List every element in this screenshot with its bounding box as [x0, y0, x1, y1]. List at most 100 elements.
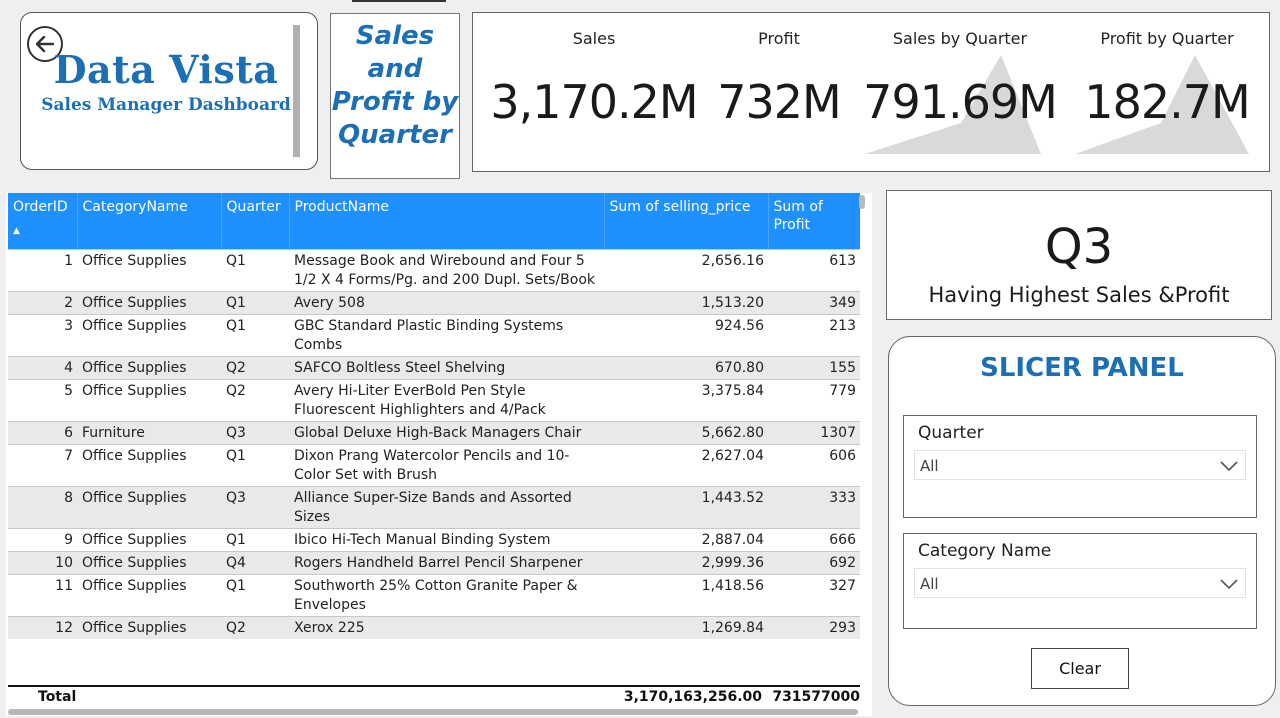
quarter-cell: Q3 — [221, 485, 289, 528]
table-row[interactable]: 12 Office Supplies Q2 Xerox 225 1,269.84 293 — [8, 615, 860, 639]
table-row[interactable]: 8 Office Supplies Q3 Alliance Super-Size Ba… — [8, 485, 860, 528]
product-cell: SAFCO Boltless Steel Shelving — [289, 355, 604, 379]
slicer-panel: SLICER PANEL Quarter All Category Name A… — [888, 336, 1276, 706]
profit-cell: 327 — [768, 573, 860, 616]
category-cell: Office Supplies — [77, 378, 221, 421]
category-cell: Office Supplies — [77, 443, 221, 486]
report-title-line: Sales — [355, 21, 435, 51]
product-cell: Xerox 225 — [289, 615, 604, 639]
table-row[interactable]: 5 Office Supplies Q2 Avery Hi-Liter EverBol… — [8, 378, 860, 421]
scrollbar[interactable] — [293, 25, 300, 157]
column-header-selling-price[interactable]: Sum of selling_price — [604, 193, 769, 249]
product-cell: Rogers Handheld Barrel Pencil Sharpener — [289, 550, 604, 574]
order-id-cell: 1 — [8, 248, 77, 291]
chevron-down-icon — [1220, 579, 1238, 590]
product-cell: Southworth 25% Cotton Granite Paper & En… — [289, 573, 604, 616]
quarter-cell: Q2 — [221, 355, 289, 379]
kpi-value: 791.69M — [863, 75, 1058, 129]
table-row[interactable]: 6 Furniture Q3 Global Deluxe High-Back Mana… — [8, 420, 860, 444]
kpi-profit-by-quarter: Profit by Quarter 182.7M — [1069, 13, 1265, 171]
selling-price-cell: 1,418.56 — [604, 573, 768, 616]
profit-cell: 606 — [768, 443, 860, 486]
table-row[interactable]: 2 Office Supplies Q1 Avery 508 1,513.20 349 — [8, 290, 860, 314]
vertical-scrollbar[interactable] — [859, 195, 865, 209]
orders-table-card: OrderID ▲ CategoryName Quarter ProductNam… — [6, 193, 872, 716]
horizontal-scrollbar[interactable] — [8, 709, 858, 715]
quarter-cell: Q1 — [221, 290, 289, 314]
kpi-label: Profit — [758, 29, 800, 48]
kpi-value: 182.7M — [1084, 75, 1250, 129]
selling-price-cell: 3,375.84 — [604, 378, 768, 421]
quarter-cell: Q2 — [221, 615, 289, 639]
slicer-quarter: Quarter All — [903, 415, 1257, 518]
category-dropdown[interactable]: All — [914, 568, 1246, 598]
order-id-cell: 5 — [8, 378, 77, 421]
kpi-value: 732M — [717, 75, 842, 129]
order-id-cell: 6 — [8, 420, 77, 444]
profit-cell: 349 — [768, 290, 860, 314]
profit-cell: 692 — [768, 550, 860, 574]
table-row[interactable]: 7 Office Supplies Q1 Dixon Prang Watercolor… — [8, 443, 860, 486]
category-cell: Office Supplies — [77, 485, 221, 528]
table-row[interactable]: 4 Office Supplies Q2 SAFCO Boltless Steel S… — [8, 355, 860, 379]
table-row[interactable]: 1 Office Supplies Q1 Message Book and Wireb… — [8, 248, 860, 291]
order-id-cell: 4 — [8, 355, 77, 379]
table-row[interactable]: 11 Office Supplies Q1 Southworth 25% Cotton… — [8, 573, 860, 616]
column-header-product[interactable]: ProductName — [289, 193, 605, 249]
orders-table: OrderID ▲ CategoryName Quarter ProductNam… — [8, 193, 860, 685]
category-cell: Office Supplies — [77, 248, 221, 291]
product-cell: Ibico Hi-Tech Manual Binding System — [289, 527, 604, 551]
column-header-quarter[interactable]: Quarter — [221, 193, 290, 249]
product-cell: Alliance Super-Size Bands and Assorted S… — [289, 485, 604, 528]
quarter-cell: Q2 — [221, 378, 289, 421]
report-title-line: Quarter — [338, 120, 452, 150]
order-id-cell: 10 — [8, 550, 77, 574]
dropdown-value: All — [920, 575, 939, 593]
table-row[interactable]: 9 Office Supplies Q1 Ibico Hi-Tech Manual B… — [8, 527, 860, 551]
order-id-cell: 9 — [8, 527, 77, 551]
kpi-label: Sales by Quarter — [892, 29, 1028, 48]
logo-card: Data Vista Sales Manager Dashboard — [20, 12, 318, 170]
product-cell: Message Book and Wirebound and Four 5 1/… — [289, 248, 604, 291]
selling-price-cell: 670.80 — [604, 355, 768, 379]
profit-cell: 333 — [768, 485, 860, 528]
order-id-cell: 7 — [8, 443, 77, 486]
profit-cell: 1307 — [768, 420, 860, 444]
selling-price-cell: 2,656.16 — [604, 248, 768, 291]
quarter-cell: Q1 — [221, 573, 289, 616]
table-total-row: Total 3,170,163,256.00 731577000 — [8, 685, 860, 709]
order-id-cell: 12 — [8, 615, 77, 639]
selling-price-cell: 5,662.80 — [604, 420, 768, 444]
kpi-value: 3,170.2M — [490, 75, 698, 129]
category-cell: Office Supplies — [77, 290, 221, 314]
table-row[interactable]: 10 Office Supplies Q4 Rogers Handheld Barre… — [8, 550, 860, 574]
product-cell: Avery 508 — [289, 290, 604, 314]
quarter-dropdown[interactable]: All — [914, 450, 1246, 480]
selling-price-cell: 1,443.52 — [604, 485, 768, 528]
category-cell: Office Supplies — [77, 615, 221, 639]
table-row[interactable]: 3 Office Supplies Q1 GBC Standard Plastic B… — [8, 313, 860, 356]
report-title-card: Sales and Profit by Quarter — [330, 13, 460, 179]
clear-button[interactable]: Clear — [1031, 648, 1129, 689]
brand-subtitle: Sales Manager Dashboard — [41, 95, 291, 115]
header-label: OrderID — [13, 199, 68, 215]
sort-ascending-icon[interactable]: ▲ — [13, 222, 73, 240]
selling-price-cell: 2,999.36 — [604, 550, 768, 574]
column-header-category[interactable]: CategoryName — [77, 193, 222, 249]
quarter-cell: Q3 — [221, 420, 289, 444]
category-cell: Furniture — [77, 420, 221, 444]
chevron-down-icon — [1220, 461, 1238, 472]
quarter-cell: Q1 — [221, 248, 289, 291]
product-cell: Dixon Prang Watercolor Pencils and 10-Co… — [289, 443, 604, 486]
quarter-cell: Q4 — [221, 550, 289, 574]
selling-price-cell: 2,627.04 — [604, 443, 768, 486]
column-header-orderid[interactable]: OrderID ▲ — [8, 193, 78, 249]
order-id-cell: 3 — [8, 313, 77, 356]
quarter-cell: Q1 — [221, 527, 289, 551]
total-label: Total — [38, 689, 77, 705]
kpi-label: Profit by Quarter — [1100, 29, 1234, 48]
quarter-cell: Q1 — [221, 443, 289, 486]
profit-cell: 213 — [768, 313, 860, 356]
brand-title: Data Vista — [53, 47, 279, 92]
column-header-profit[interactable]: Sum of Profit — [768, 193, 860, 249]
